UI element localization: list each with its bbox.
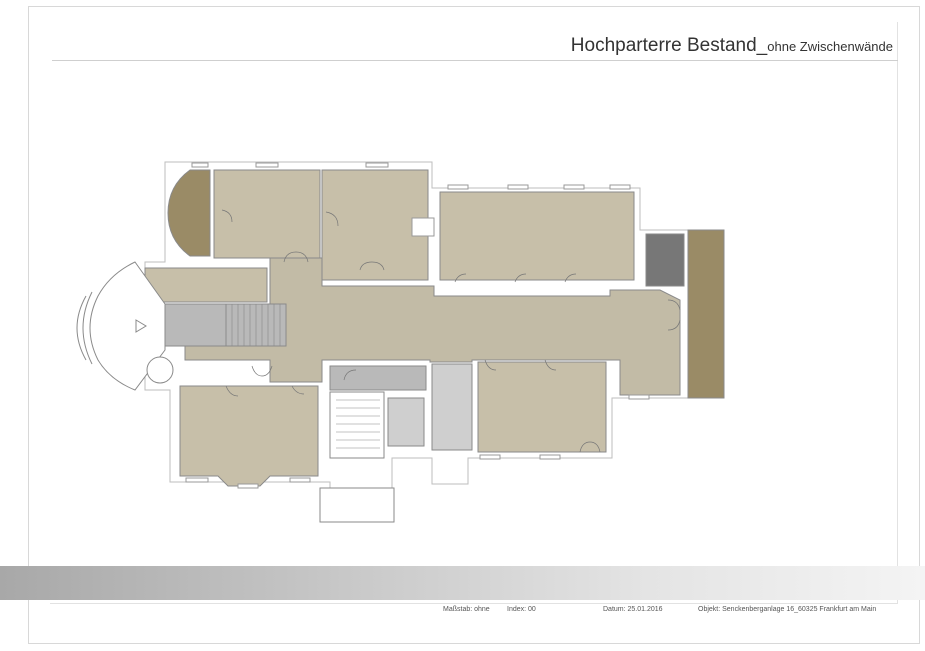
room-upper-left [144,267,268,303]
lift-shaft [387,397,425,447]
footer-date: Datum: 25.01.2016 [603,606,663,613]
footer-scale: Maßstab: ohne [443,606,490,613]
room-bottom-left [179,385,319,487]
room-bottom-right [477,361,607,453]
storage-room [645,233,685,287]
footer-index: Index: 00 [507,606,536,613]
bay-room [167,169,211,257]
wc-block [431,363,473,451]
footer-band [0,566,925,600]
room-top-right [439,191,635,281]
terrace [687,229,725,399]
entrance-steps [319,487,395,523]
left-hall [159,303,227,347]
floor-plan [76,161,725,523]
spiral-stair [146,356,174,384]
footer-object: Objekt: Senckenberganlage 16_60325 Frank… [698,606,877,613]
